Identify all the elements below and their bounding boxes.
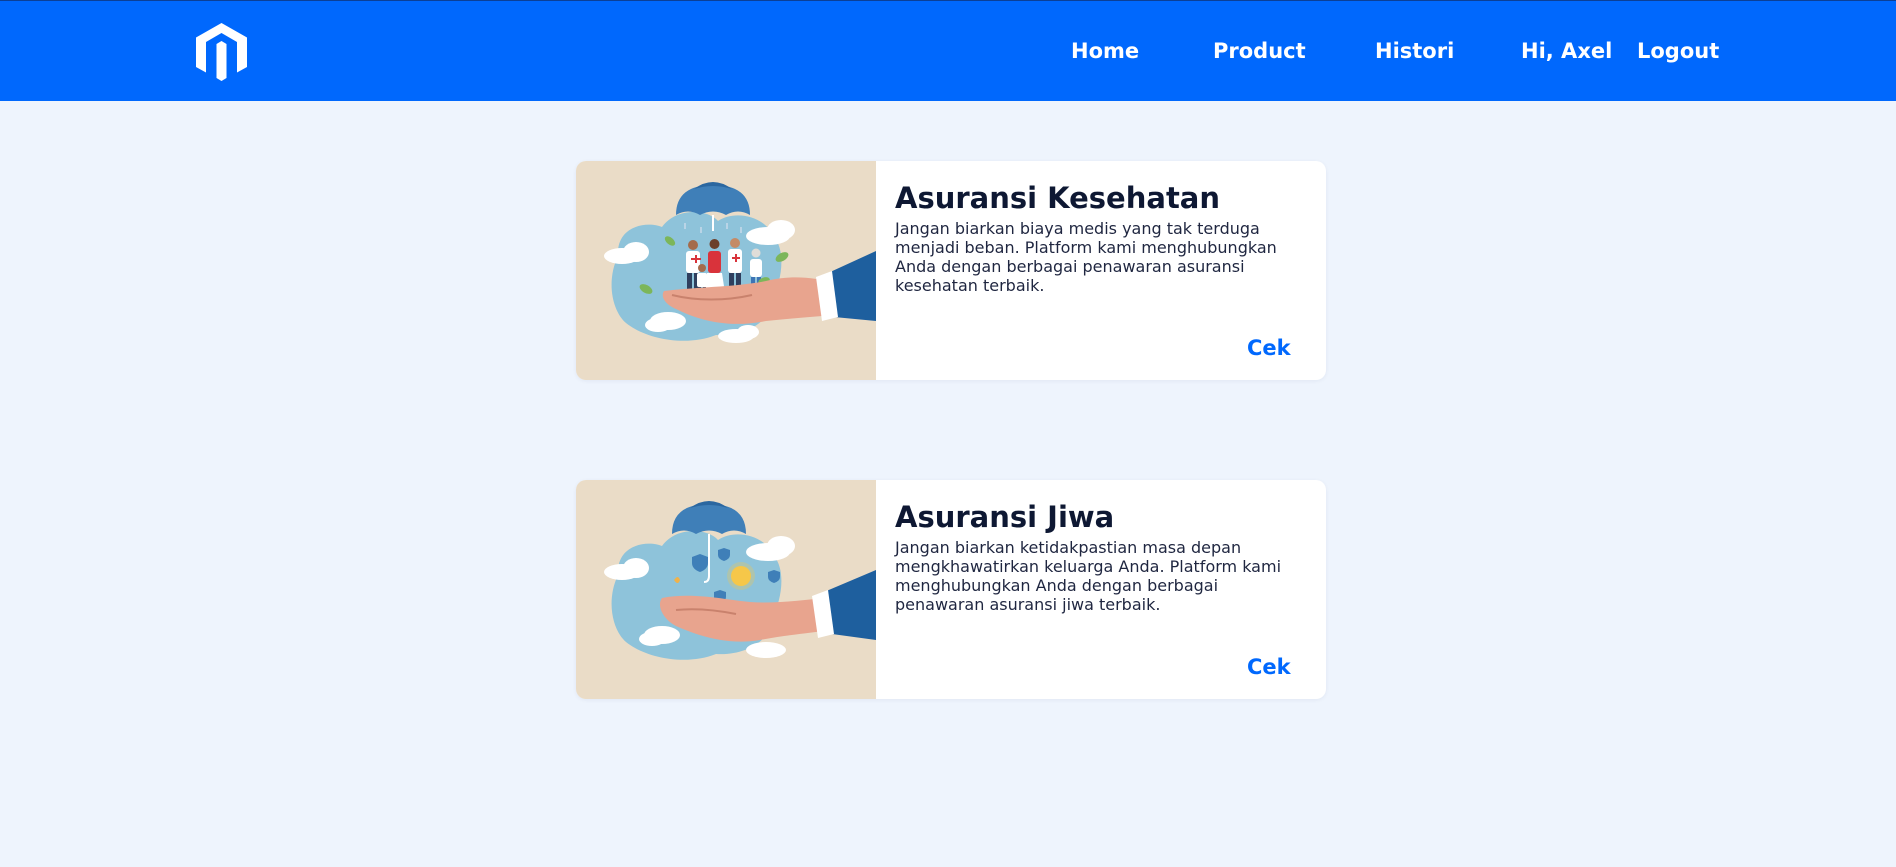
nav-histori-link[interactable]: Histori — [1375, 37, 1454, 65]
top-navbar: Home Product Histori Hi, Axel Logout — [0, 0, 1896, 101]
hand-with-umbrella-illustration — [576, 480, 876, 699]
cek-health-button[interactable]: Cek — [1247, 335, 1291, 361]
family-under-umbrella-illustration — [576, 161, 876, 380]
card-description: Jangan biarkan biaya medis yang tak terd… — [895, 219, 1277, 295]
nav-product-link[interactable]: Product — [1213, 37, 1306, 65]
nav-home-link[interactable]: Home — [1071, 37, 1139, 65]
cek-life-button[interactable]: Cek — [1247, 654, 1291, 680]
insurance-card-life: Asuransi Jiwa Jangan biarkan ketidakpast… — [576, 480, 1326, 699]
brand-logo-icon[interactable] — [194, 21, 249, 83]
logout-link[interactable]: Logout — [1637, 37, 1719, 65]
card-description: Jangan biarkan ketidakpastian masa depan… — [895, 538, 1282, 614]
card-title: Asuransi Kesehatan — [895, 181, 1221, 215]
insurance-card-health: Asuransi Kesehatan Jangan biarkan biaya … — [576, 161, 1326, 380]
card-title: Asuransi Jiwa — [895, 500, 1115, 534]
user-greeting[interactable]: Hi, Axel — [1521, 37, 1612, 65]
